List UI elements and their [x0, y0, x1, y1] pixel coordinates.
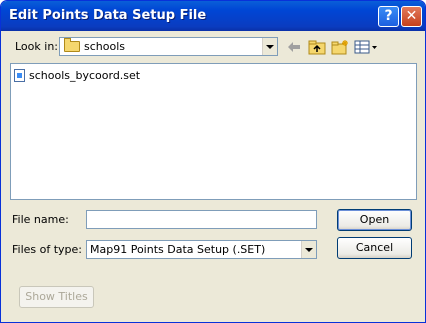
- file-list[interactable]: schools_bycoord.set: [10, 63, 417, 200]
- help-button[interactable]: ?: [378, 6, 399, 27]
- look-in-combo[interactable]: schools: [59, 37, 278, 56]
- folder-icon: [64, 38, 80, 52]
- cancel-button[interactable]: Cancel: [337, 237, 412, 259]
- file-name: schools_bycoord.set: [29, 68, 141, 82]
- show-titles-button[interactable]: Show Titles: [19, 286, 94, 308]
- file-type-label: Files of type:: [12, 243, 83, 256]
- window-title: Edit Points Data Setup File: [9, 8, 207, 23]
- close-button[interactable]: ✕: [401, 6, 422, 27]
- file-type-value: Map91 Points Data Setup (.SET): [90, 243, 266, 256]
- chevron-down-icon[interactable]: [262, 38, 277, 55]
- list-item[interactable]: schools_bycoord.set: [14, 67, 140, 83]
- title-bar[interactable]: Edit Points Data Setup File ? ✕: [1, 1, 425, 31]
- look-in-label: Look in:: [15, 40, 58, 53]
- view-menu-icon[interactable]: [354, 39, 378, 55]
- chevron-down-icon[interactable]: [301, 241, 316, 258]
- file-type-select[interactable]: Map91 Points Data Setup (.SET): [86, 240, 317, 259]
- new-folder-icon[interactable]: [331, 39, 349, 55]
- file-name-field[interactable]: [86, 210, 317, 229]
- file-name-label: File name:: [12, 213, 69, 226]
- set-file-icon: [14, 68, 25, 82]
- open-button[interactable]: Open: [337, 209, 412, 231]
- look-in-value: schools: [84, 40, 125, 53]
- back-arrow-icon[interactable]: [287, 39, 301, 55]
- up-folder-icon[interactable]: [308, 39, 326, 55]
- dialog-window: Edit Points Data Setup File ? ✕ Look in:…: [0, 0, 426, 323]
